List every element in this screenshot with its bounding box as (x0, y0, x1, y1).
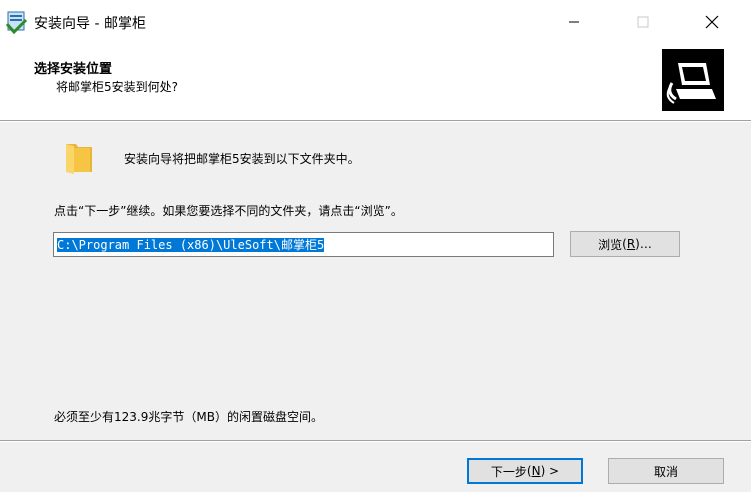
close-icon (705, 15, 719, 29)
next-button[interactable]: 下一步(N) > (467, 458, 583, 484)
next-accelerator: N (531, 464, 541, 478)
browse-button[interactable]: 浏览(R)… (570, 231, 680, 257)
instruction-text: 点击“下一步”继续。如果您要选择不同的文件夹，请点击“浏览”。 (54, 204, 403, 218)
wizard-footer: 下一步(N) > 取消 (0, 442, 751, 492)
install-path-selection: C:\Program Files (x86)\UleSoft\邮掌柜5 (57, 238, 325, 252)
window-title: 安装向导 - 邮掌柜 (34, 16, 146, 32)
minimize-button[interactable] (551, 0, 597, 44)
browse-suffix: )… (635, 237, 652, 251)
minimize-icon (569, 21, 579, 23)
next-suffix: ) > (540, 464, 560, 478)
page-subtitle: 将邮掌柜5安装到何处? (56, 80, 179, 94)
next-label: 下一步 (490, 464, 527, 479)
installer-computer-logo (662, 49, 724, 111)
browse-accelerator: R (626, 237, 636, 251)
install-path-input[interactable]: C:\Program Files (x86)\UleSoft\邮掌柜5 (53, 232, 554, 257)
maximize-icon (637, 16, 649, 28)
browse-label: 浏览 (598, 237, 623, 252)
installer-app-icon (6, 11, 28, 34)
close-button[interactable] (689, 0, 735, 44)
page-title: 选择安装位置 (34, 62, 113, 77)
intro-text: 安装向导将把邮掌柜5安装到以下文件夹中。 (124, 152, 360, 166)
space-required-text: 必须至少有123.9兆字节（MB）的闲置磁盘空间。 (54, 410, 323, 424)
wizard-header: 选择安装位置 将邮掌柜5安装到何处? (0, 44, 751, 120)
title-bar[interactable]: 安装向导 - 邮掌柜 (0, 0, 751, 44)
folder-icon (66, 144, 92, 174)
cancel-button[interactable]: 取消 (608, 458, 724, 484)
wizard-body: 安装向导将把邮掌柜5安装到以下文件夹中。 点击“下一步”继续。如果您要选择不同的… (0, 122, 751, 440)
maximize-button[interactable] (620, 0, 666, 44)
